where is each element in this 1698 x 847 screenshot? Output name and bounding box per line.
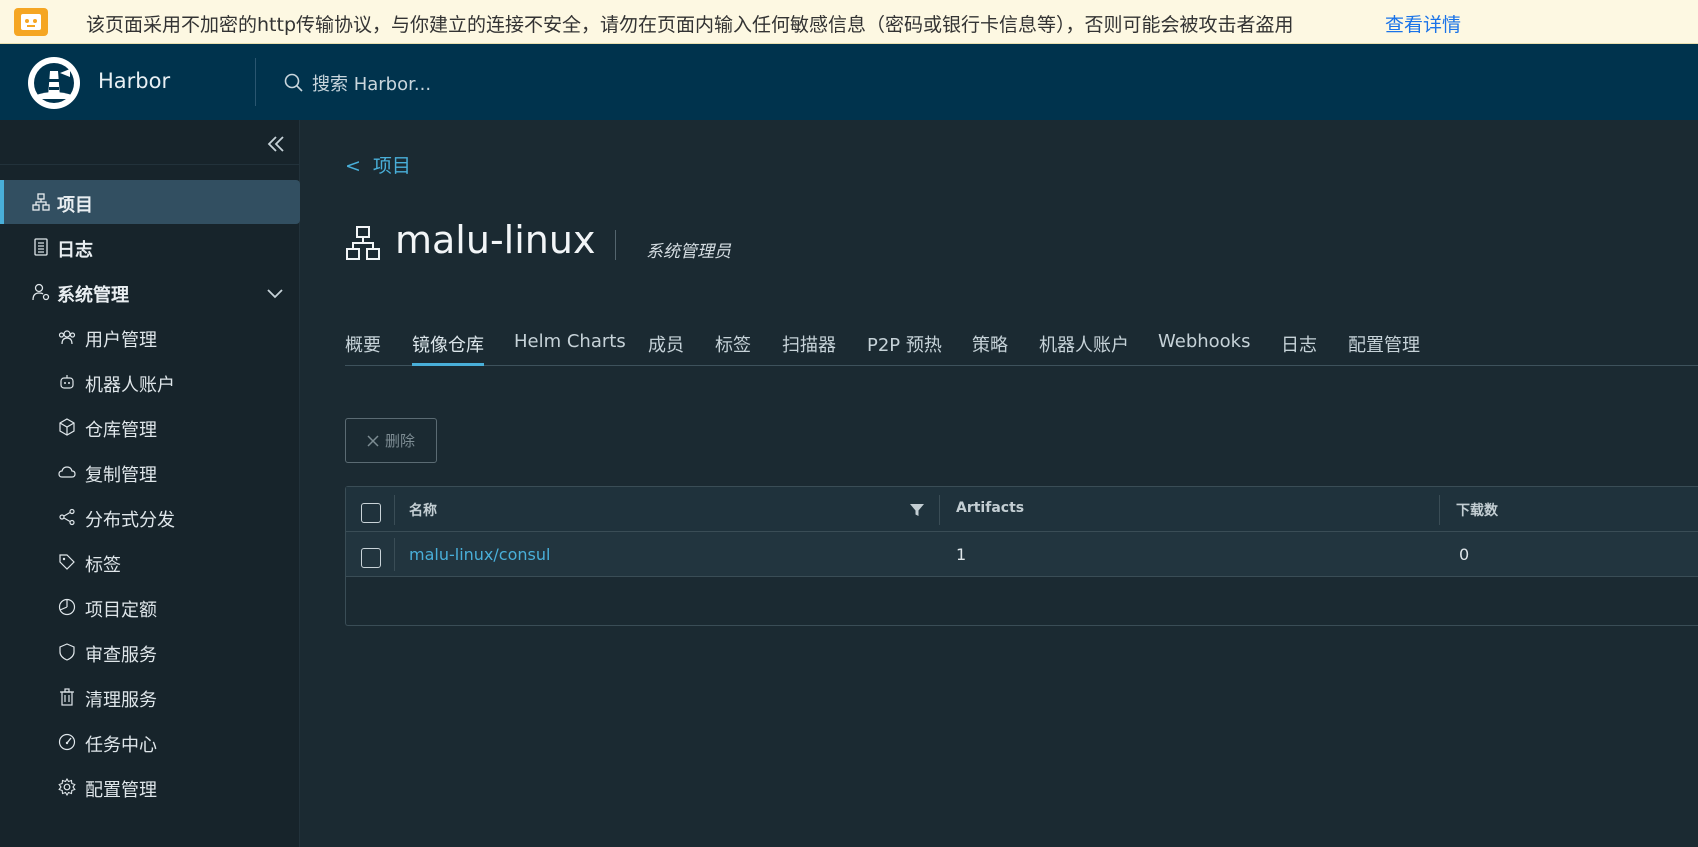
- repository-name-link[interactable]: malu-linux/consul: [409, 545, 550, 564]
- title-divider: [615, 230, 616, 260]
- tab-members[interactable]: 成员: [648, 331, 684, 366]
- app-header: Harbor 搜索 Harbor...: [0, 44, 1698, 120]
- sidebar-item-label: 标签: [85, 555, 121, 576]
- artifacts-count: 1: [956, 545, 967, 564]
- project-role: 系统管理员: [646, 242, 731, 262]
- sidebar-item-interrogation-services[interactable]: 审查服务: [0, 630, 300, 674]
- sidebar-item-distributions[interactable]: 分布式分发: [0, 495, 300, 539]
- column-separator: [939, 495, 940, 525]
- tab-robot-accounts[interactable]: 机器人账户: [1039, 331, 1129, 366]
- sidebar-item-label: 日志: [57, 240, 93, 261]
- sidebar-item-label: 机器人账户: [85, 375, 175, 396]
- breadcrumb-back-link[interactable]: < 项目: [345, 151, 411, 178]
- double-chevron-left-icon: [267, 136, 284, 152]
- view-details-link[interactable]: 查看详情: [1385, 10, 1461, 37]
- header-divider: [255, 58, 256, 106]
- robot-icon: [58, 373, 76, 391]
- tab-repositories[interactable]: 镜像仓库: [412, 331, 484, 366]
- project-tabs: 概要 镜像仓库 Helm Charts 成员 标签 扫描器 P2P 预热 策略 …: [345, 322, 1698, 366]
- sidebar-item-project-quotas[interactable]: 项目定额: [0, 585, 300, 629]
- main-content: < 项目 malu-linux 系统管理员 概要 镜像仓库 Helm Charts…: [300, 120, 1698, 847]
- sidebar-item-clean-up[interactable]: 清理服务: [0, 675, 300, 719]
- project-icon: [32, 193, 50, 211]
- column-header-name[interactable]: 名称: [409, 500, 437, 520]
- table-row[interactable]: malu-linux/consul 1 0: [346, 532, 1698, 577]
- sidebar-item-logs[interactable]: 日志: [0, 225, 300, 269]
- sidebar-item-label: 用户管理: [85, 330, 157, 351]
- delete-button-label: 删除: [384, 432, 415, 450]
- search-placeholder: 搜索 Harbor...: [312, 74, 432, 95]
- trash-icon: [58, 688, 76, 706]
- chevron-down-icon: [266, 284, 284, 302]
- sidebar-item-job-service[interactable]: 任务中心: [0, 720, 300, 764]
- tab-webhooks[interactable]: Webhooks: [1158, 331, 1250, 366]
- tab-policy[interactable]: 策略: [972, 331, 1008, 366]
- sidebar-item-label: 清理服务: [85, 690, 157, 711]
- column-separator: [394, 538, 395, 571]
- sidebar-item-replications[interactable]: 复制管理: [0, 450, 300, 494]
- table-header: 名称 Artifacts 下载数: [346, 487, 1698, 532]
- shield-icon: [58, 643, 76, 661]
- warning-text: 该页面采用不加密的http传输协议，与你建立的连接不安全，请勿在页面内输入任何敏…: [86, 14, 1294, 36]
- sidebar-item-label: 系统管理: [57, 285, 129, 306]
- column-header-pulls[interactable]: 下载数: [1456, 500, 1498, 520]
- cube-icon: [58, 418, 76, 436]
- sidebar-item-label: 项目: [57, 195, 93, 216]
- sidebar-item-label: 仓库管理: [85, 420, 157, 441]
- tab-logs[interactable]: 日志: [1281, 331, 1317, 366]
- sidebar-item-label: 任务中心: [85, 735, 157, 756]
- sidebar-divider: [0, 164, 300, 165]
- search-input[interactable]: 搜索 Harbor...: [284, 68, 604, 98]
- warning-icon: [14, 8, 48, 36]
- column-separator: [1439, 495, 1440, 525]
- page-title: malu-linux: [395, 218, 596, 262]
- cloud-sync-icon: [58, 463, 76, 481]
- repository-table: 名称 Artifacts 下载数 malu-linux/consul 1 0: [345, 486, 1698, 626]
- sidebar-item-configuration[interactable]: 配置管理: [0, 765, 300, 809]
- sidebar-item-label: 项目定额: [85, 600, 157, 621]
- tab-configuration[interactable]: 配置管理: [1348, 331, 1420, 366]
- sidebar-item-administration[interactable]: 系统管理: [0, 270, 300, 314]
- tab-labels[interactable]: 标签: [715, 331, 751, 366]
- project-icon: [346, 226, 380, 260]
- users-icon: [58, 328, 76, 346]
- tab-helm-charts[interactable]: Helm Charts: [514, 331, 626, 366]
- filter-icon[interactable]: [909, 502, 925, 518]
- sidebar-item-users[interactable]: 用户管理: [0, 315, 300, 359]
- row-checkbox[interactable]: [361, 548, 381, 568]
- sidebar-item-label: 复制管理: [85, 465, 157, 486]
- sidebar-item-labels[interactable]: 标签: [0, 540, 300, 584]
- dashboard-icon: [58, 733, 76, 751]
- brand-name: Harbor: [98, 69, 171, 93]
- sidebar-item-label: 配置管理: [85, 780, 157, 801]
- sidebar-item-label: 审查服务: [85, 645, 157, 666]
- tab-scanner[interactable]: 扫描器: [782, 331, 836, 366]
- quota-icon: [58, 598, 76, 616]
- search-icon: [284, 73, 303, 92]
- gear-icon: [58, 778, 76, 796]
- select-all-checkbox[interactable]: [361, 503, 381, 523]
- insecure-connection-banner: 该页面采用不加密的http传输协议，与你建立的连接不安全，请勿在页面内输入任何敏…: [0, 0, 1698, 44]
- tag-icon: [58, 553, 76, 571]
- harbor-logo-icon[interactable]: [28, 57, 80, 109]
- tab-summary[interactable]: 概要: [345, 331, 381, 366]
- column-separator: [394, 495, 395, 525]
- sidebar-item-label: 分布式分发: [85, 510, 175, 531]
- back-chevron: <: [345, 155, 361, 177]
- log-icon: [32, 238, 50, 256]
- column-header-artifacts[interactable]: Artifacts: [956, 500, 1024, 516]
- pull-count: 0: [1459, 545, 1470, 564]
- delete-button[interactable]: 删除: [345, 418, 437, 463]
- sidebar: 项目 日志 系统管理 用户管理 机器人账户 仓库管理 复制管理 分布式分发 标签…: [0, 120, 300, 847]
- share-icon: [58, 508, 76, 526]
- sidebar-item-robot-accounts[interactable]: 机器人账户: [0, 360, 300, 404]
- tab-p2p-preheat[interactable]: P2P 预热: [867, 331, 942, 366]
- collapse-sidebar-button[interactable]: [264, 132, 288, 156]
- close-icon: [367, 434, 379, 447]
- admin-user-icon: [32, 283, 50, 301]
- breadcrumb-label: 项目: [372, 155, 411, 177]
- sidebar-item-registries[interactable]: 仓库管理: [0, 405, 300, 449]
- sidebar-item-projects[interactable]: 项目: [0, 180, 300, 224]
